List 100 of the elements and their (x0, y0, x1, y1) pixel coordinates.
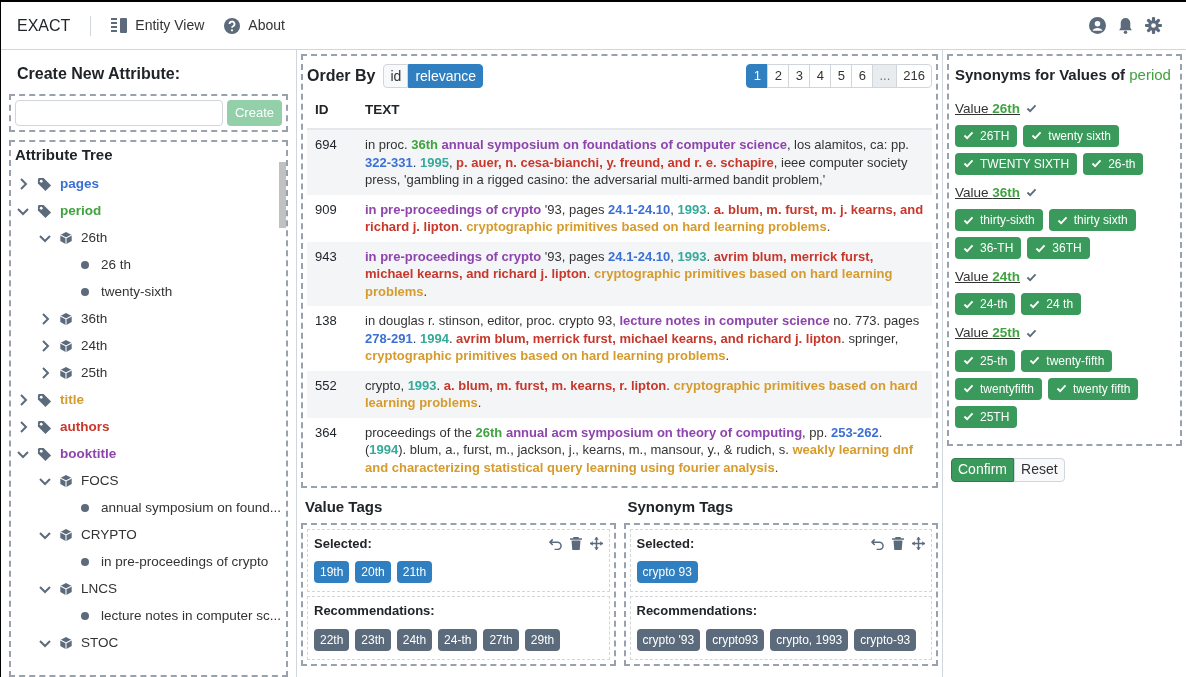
tag-icon (37, 392, 52, 408)
tree-item[interactable]: 26 th (101, 254, 132, 276)
bullet-icon (81, 504, 89, 512)
brand-name[interactable]: EXACT (13, 15, 92, 36)
cube-icon (59, 312, 73, 326)
tree-item[interactable]: LNCS (81, 578, 117, 600)
tree-item[interactable]: in pre-proceedings of crypto (101, 551, 269, 573)
tree-item[interactable]: STOC (81, 632, 119, 654)
tag-icon (37, 446, 52, 462)
tree-item[interactable]: annual symposium on found... (101, 497, 282, 519)
scrollbar-thumb[interactable] (279, 162, 286, 228)
cube-icon (59, 366, 73, 380)
cube-icon (59, 339, 73, 353)
selected-tag[interactable]: 20th (355, 561, 391, 584)
undo-icon (871, 537, 884, 550)
table-cell-text: crypto, 1993. a. blum, m. furst, m. kearns, r. lipton. cryptographic primitives based on hard learning problems. (365, 376, 919, 412)
selected-tag[interactable]: 21th (396, 561, 433, 584)
recommended-tag[interactable]: 24th (396, 628, 433, 651)
order-option[interactable]: relevance (408, 64, 484, 88)
tree-item[interactable]: lecture notes in computer sc... (101, 605, 282, 627)
move-icon (589, 537, 603, 550)
tree-item[interactable]: 24th (81, 335, 108, 357)
trash-icon (569, 537, 582, 550)
check-icon (1026, 328, 1038, 338)
table-cell-text: 552 (314, 376, 338, 395)
value-link[interactable]: Value 25th (955, 323, 1021, 344)
bullet-icon (81, 558, 89, 566)
value-link[interactable]: Value 26th (955, 98, 1021, 119)
recommended-tag[interactable]: 27th (483, 628, 519, 651)
page-button[interactable]: 6 (851, 64, 874, 88)
user-icon (1089, 17, 1106, 34)
nav-link[interactable]: Entity View (103, 11, 213, 40)
synonym-tag[interactable]: 26-th (1083, 152, 1144, 175)
synonym-tag[interactable]: twentyfifth (955, 377, 1043, 400)
page-button[interactable]: 1 (746, 64, 769, 88)
page-button[interactable]: 4 (809, 64, 832, 88)
synonym-tag[interactable]: TWENTY SIXTH (955, 152, 1078, 175)
cube-icon (59, 528, 73, 542)
synonym-tag[interactable]: thirty sixth (1048, 209, 1136, 231)
order-option[interactable]: id (383, 64, 409, 88)
synonym-tag[interactable]: 24-th (955, 293, 1016, 316)
table-cell-text: 364 (314, 423, 338, 442)
undo-icon (548, 537, 562, 550)
synonym-tag[interactable]: twenty sixth (1023, 124, 1120, 147)
settings-icon (1145, 17, 1162, 34)
order-by-label: Order By (307, 66, 376, 86)
tree-item[interactable]: 36th (81, 308, 108, 330)
attribute-name-field[interactable] (15, 100, 223, 126)
recommended-tag[interactable]: crypto-93 (854, 628, 917, 651)
tree-item[interactable]: booktitle (60, 443, 117, 465)
cube-icon (59, 231, 73, 245)
tree-item[interactable]: 26th (81, 227, 108, 249)
table-cell-text: in pre-proceedings of crypto '93, pages 24.1-24.10, 1993. a. blum, m. furst, m. j. kearns, and richard j. lipton. cryptographic primitives based on hard learning problems. (365, 200, 925, 236)
panel-title: Value Tags (304, 497, 384, 518)
list-icon (111, 18, 128, 33)
recommended-tag[interactable]: 29th (524, 628, 561, 651)
section-label: Recommendations: (314, 602, 436, 621)
tag-icon (37, 203, 52, 219)
tree-item[interactable]: 25th (81, 362, 108, 384)
synonym-tag[interactable]: twenty fifth (1048, 377, 1139, 400)
tree-item[interactable]: CRYPTO (81, 524, 137, 546)
synonym-tag[interactable]: 25TH (955, 405, 1018, 428)
confirm-button[interactable]: Confirm (951, 457, 1014, 482)
page-button[interactable]: 5 (830, 64, 853, 88)
tree-item[interactable]: FOCS (81, 470, 119, 492)
tag-icon (37, 176, 52, 192)
page-button[interactable]: 216 (896, 64, 932, 88)
recommended-tag[interactable]: 23th (355, 628, 391, 651)
selected-tag[interactable]: 19th (314, 561, 350, 584)
synonym-tag[interactable]: 24 th (1021, 293, 1082, 316)
synonym-tag[interactable]: thirty-sixth (955, 209, 1043, 231)
recommended-tag[interactable]: crypto93 (706, 628, 765, 651)
table-cell-text: 138 (314, 312, 338, 331)
bell-icon (1118, 17, 1133, 34)
cube-icon (59, 474, 73, 488)
tree-item[interactable]: authors (60, 416, 110, 438)
reset-button[interactable]: Reset (1014, 457, 1065, 482)
synonym-tag[interactable]: 26TH (955, 124, 1018, 147)
page-button[interactable]: 3 (788, 64, 811, 88)
panel-title: Create New Attribute: (16, 64, 181, 84)
nav-link[interactable]: About (216, 11, 293, 40)
selected-tag[interactable]: crypto 93 (636, 561, 698, 584)
table-cell-text: in pre-proceedings of crypto '93, pages 24.1-24.10, 1993. avrim blum, merrick furst, michael kearns, and richard j. lipton. cryptographic primitives based on hard learning problems. (365, 247, 894, 301)
help-icon (224, 17, 241, 34)
table-cell-text: 943 (314, 247, 338, 266)
synonym-tag[interactable]: 25-th (955, 349, 1016, 372)
value-link[interactable]: Value 36th (955, 182, 1021, 203)
tree-item[interactable]: period (60, 200, 102, 222)
tree-item[interactable]: twenty-sixth (101, 281, 173, 303)
recommended-tag[interactable]: 22th (314, 628, 350, 651)
recommended-tag[interactable]: crypto, 1993 (770, 628, 849, 651)
synonym-tag[interactable]: 36-TH (955, 237, 1022, 259)
recommended-tag[interactable]: crypto '93 (636, 628, 701, 651)
tree-item[interactable]: pages (60, 173, 100, 195)
recommended-tag[interactable]: 24-th (438, 628, 478, 651)
value-link[interactable]: Value 24th (955, 267, 1021, 288)
cube-icon (59, 582, 73, 596)
page-button[interactable]: 2 (767, 64, 790, 88)
synonym-tag[interactable]: twenty-fifth (1021, 349, 1113, 372)
synonym-tag[interactable]: 36TH (1027, 237, 1090, 259)
